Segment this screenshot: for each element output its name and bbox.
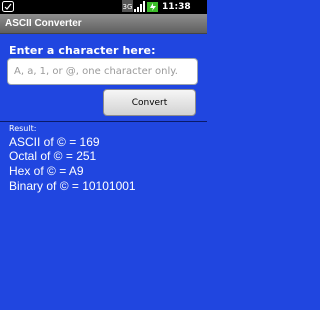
result-octal: Octal of © = 251 xyxy=(9,149,97,163)
input-prompt-label: Enter a character here: xyxy=(9,44,156,57)
title-bar: ASCII Converter xyxy=(0,14,207,34)
result-binary: Binary of © = 10101001 xyxy=(9,179,136,193)
status-bar: 3G 11:38 PM xyxy=(0,0,207,24)
convert-button[interactable]: Convert xyxy=(103,89,196,116)
divider xyxy=(0,121,207,122)
character-input[interactable] xyxy=(7,58,198,85)
svg-text:3G: 3G xyxy=(123,3,133,11)
result-ascii: ASCII of © = 169 xyxy=(9,135,100,149)
result-label: Result: xyxy=(9,124,37,133)
app-title: ASCII Converter xyxy=(5,18,82,29)
result-hex: Hex of © = A9 xyxy=(9,164,84,178)
